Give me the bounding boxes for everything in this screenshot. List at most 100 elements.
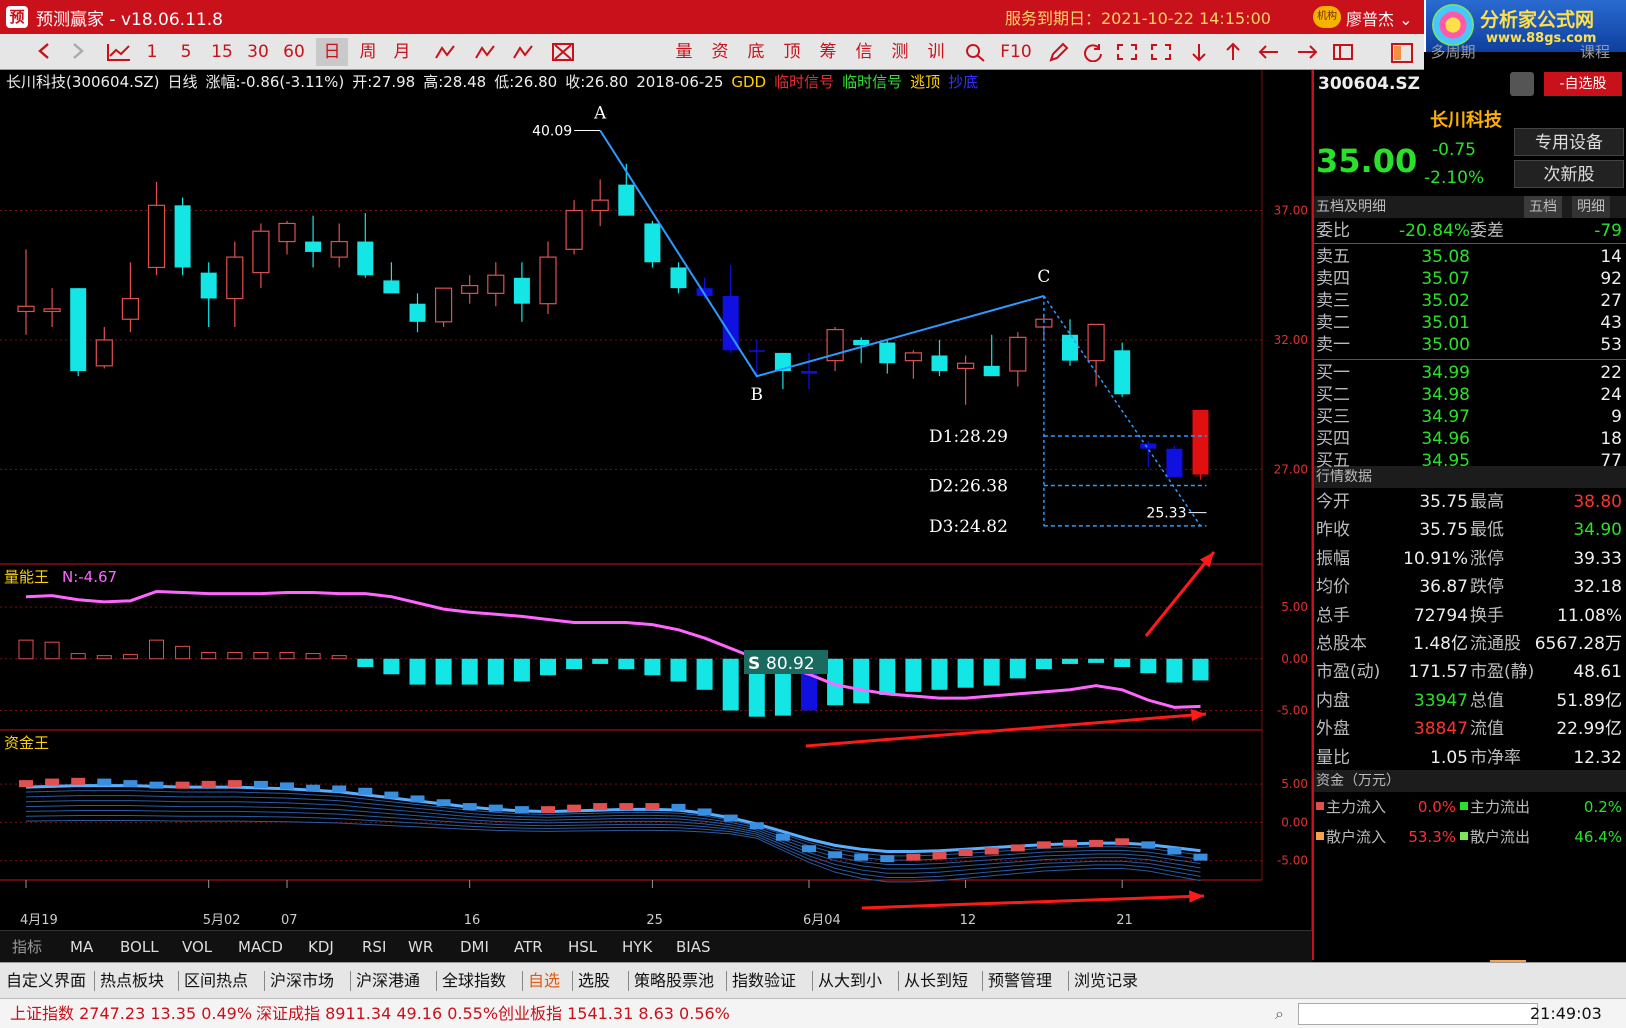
search-input[interactable] [1298,1003,1538,1025]
candle[interactable] [17,249,35,335]
indicator-macd[interactable]: MACD [238,931,283,963]
order-book-row[interactable]: 买三 34.97 9 [1314,406,1626,428]
bell-icon[interactable] [1510,72,1534,96]
candle[interactable] [147,182,166,276]
toolbar-item-6[interactable]: 周 [352,38,384,66]
candle[interactable] [801,352,817,390]
candle[interactable] [357,213,374,278]
candle[interactable] [121,262,140,333]
candle[interactable] [305,215,322,268]
candle[interactable] [252,223,270,289]
order-book-row[interactable]: 卖三 35.02 27 [1314,290,1626,312]
nav-item-4[interactable]: 沪深港通 [356,963,420,999]
candle[interactable] [513,262,530,322]
crossout-icon[interactable] [548,38,578,66]
candle[interactable] [330,223,348,268]
indicator-kdj[interactable]: KDJ [308,931,334,963]
nav-item-13[interactable]: 浏览记录 [1074,963,1138,999]
toolbar-item-8[interactable]: 量 [668,38,700,66]
candle[interactable] [435,287,453,327]
indicator-boll[interactable]: BOLL [120,931,159,963]
candle[interactable] [1087,323,1105,387]
nav-item-9[interactable]: 指数验证 [732,963,796,999]
toolbar-item-7[interactable]: 月 [386,38,418,66]
candle[interactable] [722,264,739,353]
add-watchlist-button[interactable]: -自选股 [1544,72,1622,96]
shrink-icon[interactable] [1146,38,1176,66]
expand-icon[interactable] [1112,38,1142,66]
candle[interactable] [461,275,479,304]
nav-item-8[interactable]: 策略股票池 [634,963,714,999]
candle[interactable] [1140,440,1157,467]
candle[interactable] [591,179,609,227]
candle[interactable] [644,220,661,268]
zigzag-icon[interactable] [430,38,460,66]
forward-arrow-icon[interactable] [64,38,92,66]
toolbar-item-4[interactable]: 60 [278,38,310,66]
user-menu[interactable]: 廖普杰 ⌄ [1346,6,1413,30]
toolbar-item-10[interactable]: 底 [740,38,772,66]
toolbar-item-12[interactable]: 筹 [812,38,844,66]
candle[interactable] [539,241,557,315]
line-chart-icon[interactable] [102,38,136,66]
candle[interactable] [983,334,1000,377]
candle[interactable] [853,337,870,364]
candle[interactable] [826,327,844,372]
wave-icon[interactable] [470,38,500,66]
indicator-dmi[interactable]: DMI [460,931,489,963]
tab-details[interactable]: 明细 [1572,196,1610,218]
indicator-rsi[interactable]: RSI [362,931,386,963]
candle[interactable] [383,262,400,294]
course-button[interactable]: 课程 [1570,38,1620,66]
toolbar-item-5[interactable]: 日 [316,38,348,66]
industry-button[interactable]: 专用设备 [1514,128,1624,156]
order-book-row[interactable]: 买五 34.95 77 [1314,450,1626,472]
toolbar-item-11[interactable]: 顶 [776,38,808,66]
tab-five-levels[interactable]: 五档 [1524,196,1562,218]
concept-button[interactable]: 次新股 [1514,160,1624,188]
candle[interactable] [226,241,244,327]
candle[interactable] [904,350,923,379]
candle[interactable] [1114,342,1131,397]
indicator-vol[interactable]: VOL [182,931,212,963]
toolbar-item-9[interactable]: 资 [704,38,736,66]
indicator-wr[interactable]: WR [408,931,433,963]
order-book-row[interactable]: 卖二 35.01 43 [1314,312,1626,334]
candle[interactable] [1009,332,1027,387]
down-arrow-icon[interactable] [1184,38,1214,66]
indicator-atr[interactable]: ATR [514,931,543,963]
order-book-row[interactable]: 卖一 35.00 53 [1314,334,1626,356]
back-arrow-icon[interactable] [30,38,58,66]
chart-svg[interactable]: 27.00 32.00 37.00 D1:28.29 D2:26.38 D3:24.82 A… [0,70,1313,930]
candle[interactable] [43,288,61,327]
toolbar-item-1[interactable]: 5 [170,38,202,66]
candle[interactable] [565,200,583,255]
indicator-hyk[interactable]: HYK [622,931,652,963]
nav-item-0[interactable]: 自定义界面 [6,963,86,999]
layout-icon[interactable] [1382,38,1422,66]
indicator-hsl[interactable]: HSL [568,931,597,963]
candle[interactable] [879,339,896,374]
nav-item-12[interactable]: 预警管理 [988,963,1052,999]
candle[interactable] [1166,446,1183,478]
candle[interactable] [409,293,426,333]
candle[interactable] [174,197,191,276]
nav-item-3[interactable]: 沪深市场 [270,963,334,999]
candle[interactable] [487,262,505,307]
candle[interactable] [748,339,765,377]
nav-item-11[interactable]: 从长到短 [904,963,968,999]
toolbar-item-15[interactable]: 训 [920,38,952,66]
order-book-row[interactable]: 买一 34.99 22 [1314,362,1626,384]
nav-item-2[interactable]: 区间热点 [184,963,248,999]
toolbar-item-3[interactable]: 30 [242,38,274,66]
panel-icon[interactable] [1328,38,1358,66]
toolbar-item-14[interactable]: 测 [884,38,916,66]
candle[interactable] [1192,409,1209,480]
candle[interactable] [670,262,687,294]
indicator-bias[interactable]: BIAS [676,931,711,963]
order-book-row[interactable]: 买二 34.98 24 [1314,384,1626,406]
chart-area[interactable]: 27.00 32.00 37.00 D1:28.29 D2:26.38 D3:24.82 A… [0,70,1313,930]
nav-item-7[interactable]: 选股 [578,963,610,999]
nav-item-5[interactable]: 全球指数 [442,963,506,999]
candle[interactable] [278,220,296,255]
